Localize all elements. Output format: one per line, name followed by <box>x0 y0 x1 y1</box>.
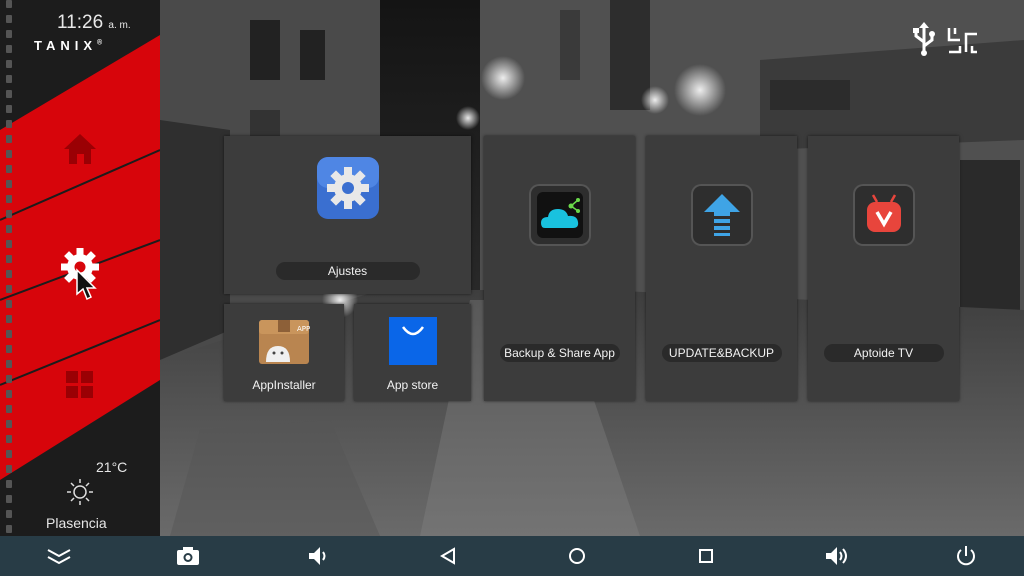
upload-arrow-icon <box>691 184 753 246</box>
tile-backup-share-label: Backup & Share App <box>499 344 620 362</box>
brand-name: TANIX <box>34 38 98 53</box>
sidebar-item-apps[interactable] <box>65 370 95 405</box>
film-strip-decoration <box>4 0 14 536</box>
sidebar-item-settings[interactable] <box>60 248 102 313</box>
aptoide-icon <box>853 184 915 246</box>
tile-aptoide-tv-label: Aptoide TV <box>823 344 944 362</box>
recents-icon[interactable] <box>694 544 718 568</box>
weather-city: Plasencia <box>46 515 107 531</box>
screenshot-camera-icon[interactable] <box>176 544 200 568</box>
tile-appinstaller[interactable]: APP AppInstaller <box>224 304 344 401</box>
navigation-bar <box>0 536 1024 576</box>
home-circle-icon[interactable] <box>565 544 589 568</box>
tile-aptoide-tv[interactable]: Aptoide TV <box>808 136 959 401</box>
tile-update-backup[interactable]: UPDATE&BACKUP <box>646 136 797 401</box>
cloud-icon <box>529 184 591 246</box>
power-icon[interactable] <box>954 544 978 568</box>
usb-icon <box>912 22 936 61</box>
volume-up-icon[interactable] <box>824 544 848 568</box>
weather-temperature: 21°C <box>96 459 128 475</box>
sidebar: 11:26 a. m. TANIX® 21°C Plasencia <box>0 0 160 536</box>
brand-logo: TANIX® <box>34 38 102 53</box>
tile-appstore[interactable]: App store <box>354 304 471 401</box>
back-icon[interactable] <box>436 544 460 568</box>
clock-time: 11:26 <box>57 12 104 33</box>
sun-icon <box>66 478 94 511</box>
tile-update-backup-label: UPDATE&BACKUP <box>661 344 782 362</box>
clock-ampm: a. m. <box>108 20 131 31</box>
svg-text:APP: APP <box>297 325 310 333</box>
tile-ajustes-label: Ajustes <box>275 262 420 280</box>
home-icon <box>64 134 96 164</box>
brand-mark: ® <box>97 39 103 47</box>
clock: 11:26 a. m. <box>57 12 131 34</box>
gear-icon <box>61 248 99 301</box>
shopping-bag-icon <box>389 317 437 370</box>
collapse-icon[interactable] <box>46 544 71 568</box>
sidebar-item-home[interactable] <box>62 132 98 171</box>
tile-appstore-label: App store <box>386 378 439 392</box>
settings-app-icon <box>316 156 380 225</box>
tile-appinstaller-label: AppInstaller <box>252 378 316 392</box>
volume-down-icon[interactable] <box>306 544 330 568</box>
tile-backup-share[interactable]: Backup & Share App <box>484 136 635 401</box>
ethernet-icon <box>946 26 980 59</box>
apps-grid-icon <box>66 371 93 398</box>
appinstaller-icon: APP <box>258 316 310 371</box>
tile-ajustes[interactable]: Ajustes <box>224 136 471 294</box>
